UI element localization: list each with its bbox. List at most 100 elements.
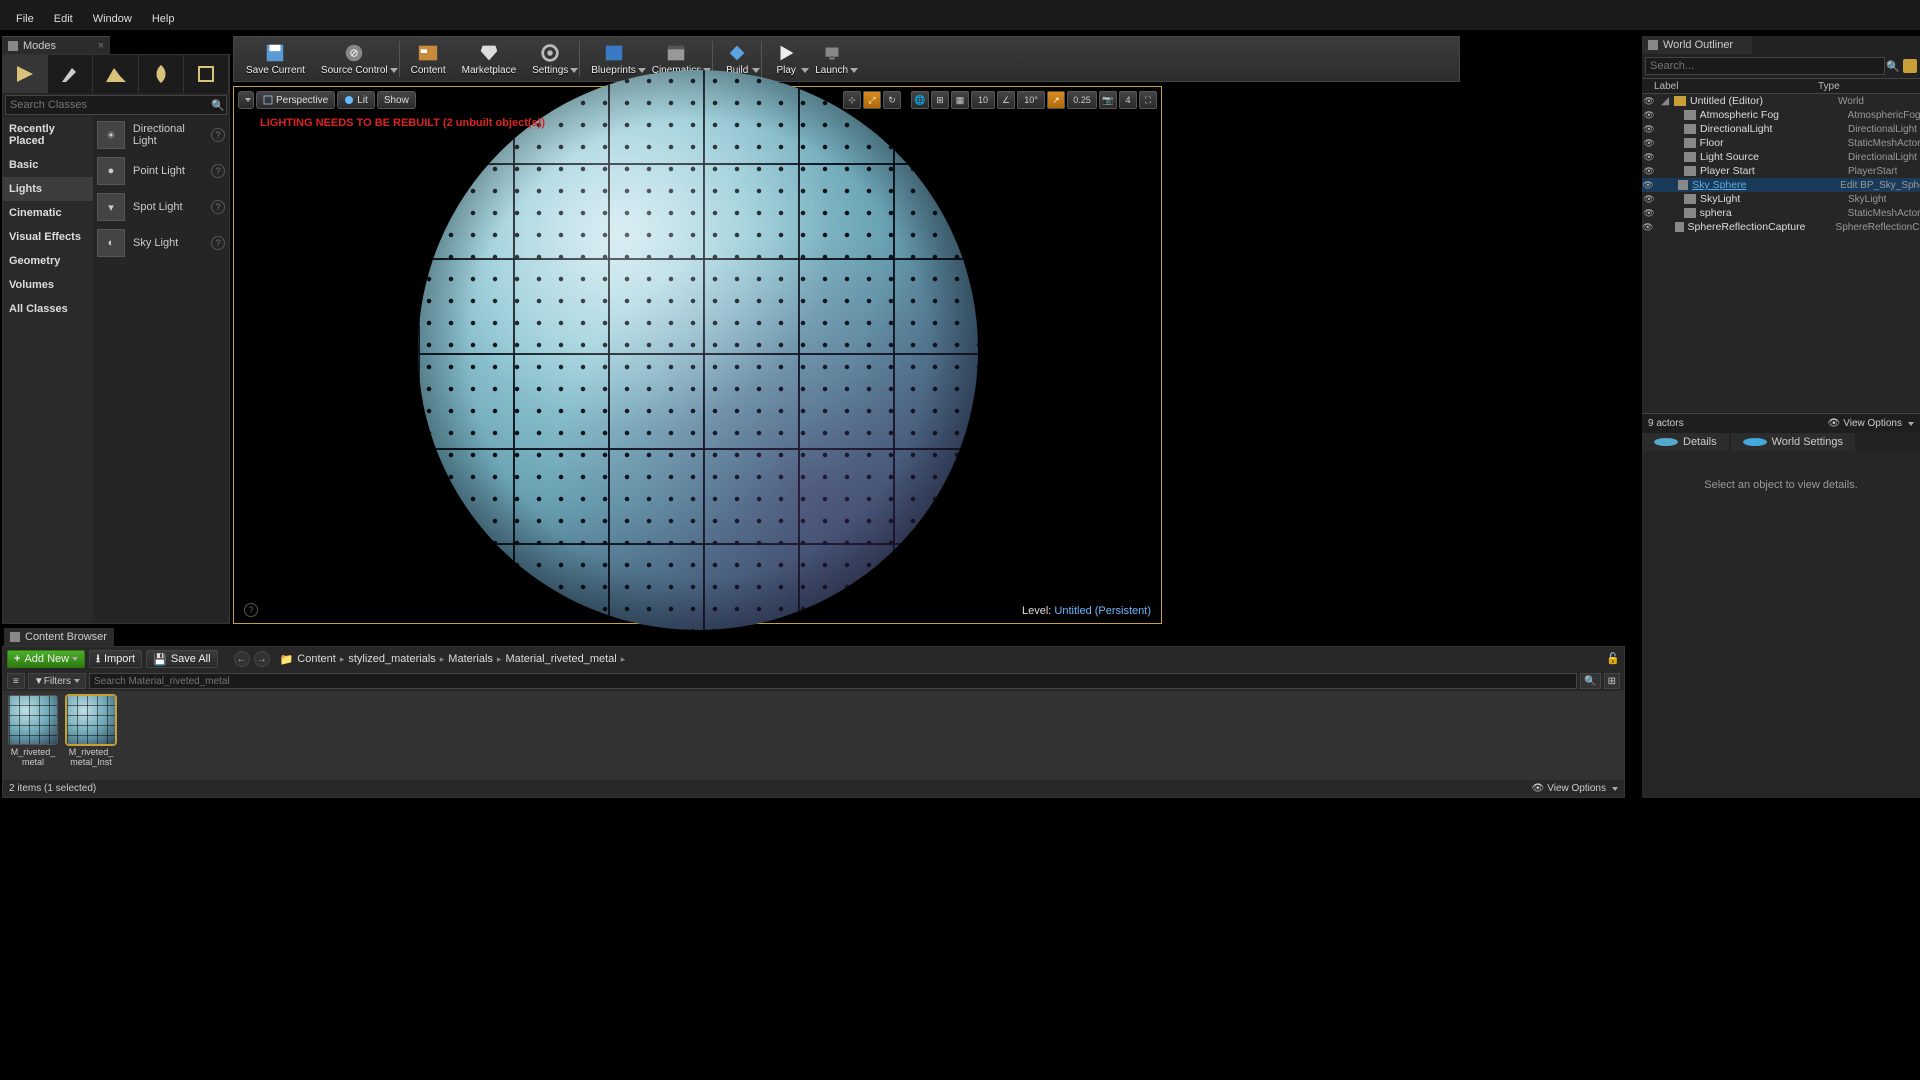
cat-geometry[interactable]: Geometry (3, 249, 93, 273)
viewport[interactable]: Perspective Lit Show ⊹ ⤢ ↻ 🌐 ⊞ ▦ 10 ∠ 10… (233, 86, 1162, 624)
content-button[interactable]: Content (403, 37, 454, 81)
visibility-icon[interactable]: 👁 (1642, 138, 1656, 149)
outliner-row[interactable]: 👁SkyLightSkyLight (1642, 192, 1920, 206)
perspective-button[interactable]: Perspective (256, 91, 335, 109)
camera-speed-value[interactable]: 4 (1119, 91, 1137, 109)
place-mode-icon[interactable] (3, 55, 48, 93)
show-button[interactable]: Show (377, 91, 416, 109)
help-icon[interactable]: ? (211, 236, 225, 250)
help-icon[interactable]: ? (211, 128, 225, 142)
menu-help[interactable]: Help (142, 10, 185, 28)
light-spot[interactable]: ▾Spot Light? (93, 189, 229, 225)
outliner-filter-icon[interactable] (1903, 59, 1917, 73)
visibility-icon[interactable]: 👁 (1642, 180, 1654, 191)
transform-select-icon[interactable]: ⊹ (843, 91, 861, 109)
menu-file[interactable]: File (6, 10, 44, 28)
world-outliner-tab[interactable]: World Outliner (1642, 36, 1752, 54)
help-icon[interactable]: ? (244, 603, 258, 617)
outliner-row[interactable]: 👁Player StartPlayerStart (1642, 164, 1920, 178)
surface-snap-icon[interactable]: ⊞ (931, 91, 949, 109)
search-icon[interactable]: 🔍 (210, 99, 226, 112)
world-settings-tab[interactable]: World Settings (1731, 433, 1855, 451)
source-control-button[interactable]: ⊘Source Control (313, 37, 396, 81)
sources-toggle[interactable]: ≡ (7, 673, 25, 689)
play-button[interactable]: Play (765, 37, 807, 81)
outliner-row[interactable]: 👁Light SourceDirectionalLight (1642, 150, 1920, 164)
outliner-row[interactable]: 👁FloorStaticMeshActor (1642, 136, 1920, 150)
viewport-options-button[interactable] (238, 91, 254, 109)
coord-space-icon[interactable]: 🌐 (911, 91, 929, 109)
visibility-icon[interactable]: 👁 (1642, 166, 1656, 177)
outliner-row[interactable]: 👁◢Untitled (Editor)World (1642, 94, 1920, 108)
nav-forward-button[interactable]: → (254, 651, 270, 667)
view-options-button[interactable]: 👁 View Options (1532, 783, 1618, 794)
cat-cinematic[interactable]: Cinematic (3, 201, 93, 225)
visibility-icon[interactable]: 👁 (1642, 110, 1656, 121)
marketplace-button[interactable]: Marketplace (454, 37, 524, 81)
cat-visual-effects[interactable]: Visual Effects (3, 225, 93, 249)
level-name[interactable]: Untitled (Persistent) (1054, 605, 1151, 617)
paint-mode-icon[interactable] (48, 55, 93, 93)
close-icon[interactable]: × (98, 40, 104, 52)
scale-snap-value[interactable]: 0.25 (1067, 91, 1097, 109)
outliner-row[interactable]: 👁spheraStaticMeshActor (1642, 206, 1920, 220)
lock-icon[interactable]: 🔓 (1606, 652, 1620, 666)
angle-snap-icon[interactable]: ∠ (997, 91, 1015, 109)
lit-button[interactable]: Lit (337, 91, 375, 109)
modes-tab[interactable]: Modes × (2, 36, 110, 54)
col-label[interactable]: Label (1642, 81, 1818, 92)
modes-search-input[interactable] (6, 99, 210, 111)
grid-snap-icon[interactable]: ▦ (951, 91, 969, 109)
menu-edit[interactable]: Edit (44, 10, 83, 28)
scale-snap-icon[interactable]: ↗ (1047, 91, 1065, 109)
filters-button[interactable]: ▼ Filters (28, 673, 86, 689)
path-content[interactable]: Content (297, 653, 336, 665)
camera-speed-icon[interactable]: 📷 (1099, 91, 1117, 109)
outliner-row[interactable]: 👁SphereReflectionCaptureSphereReflection… (1642, 220, 1920, 234)
menu-window[interactable]: Window (83, 10, 142, 28)
maximize-viewport-icon[interactable]: ⛶ (1139, 91, 1157, 109)
path-materials[interactable]: Materials (448, 653, 493, 665)
col-type[interactable]: Type (1818, 81, 1840, 92)
visibility-icon[interactable]: 👁 (1642, 96, 1656, 107)
add-new-button[interactable]: +Add New (7, 650, 85, 668)
foliage-mode-icon[interactable] (139, 55, 184, 93)
visibility-icon[interactable]: 👁 (1642, 222, 1653, 233)
content-browser-tab[interactable]: Content Browser (4, 628, 114, 646)
help-icon[interactable]: ? (211, 200, 225, 214)
asset-tile[interactable]: M_riveted_metal_Inst (65, 695, 117, 767)
help-icon[interactable]: ? (211, 164, 225, 178)
transform-translate-icon[interactable]: ⤢ (863, 91, 881, 109)
path-stylized[interactable]: stylized_materials (348, 653, 435, 665)
path-current[interactable]: Material_riveted_metal (505, 653, 616, 665)
landscape-mode-icon[interactable] (93, 55, 138, 93)
visibility-icon[interactable]: 👁 (1642, 208, 1656, 219)
details-tab[interactable]: Details (1642, 433, 1729, 451)
cat-lights[interactable]: Lights (3, 177, 93, 201)
cb-settings-icon[interactable]: ⊞ (1604, 673, 1620, 689)
tree-toggle-icon[interactable]: ◢ (1656, 95, 1674, 107)
light-point[interactable]: ●Point Light? (93, 153, 229, 189)
grid-snap-value[interactable]: 10 (971, 91, 995, 109)
cat-basic[interactable]: Basic (3, 153, 93, 177)
save-all-button[interactable]: 💾Save All (146, 650, 217, 668)
nav-back-button[interactable]: ← (234, 651, 250, 667)
outliner-row[interactable]: 👁Sky SphereEdit BP_Sky_Sphere (1642, 178, 1920, 192)
visibility-icon[interactable]: 👁 (1642, 124, 1656, 135)
outliner-row[interactable]: 👁DirectionalLightDirectionalLight (1642, 122, 1920, 136)
view-options-button[interactable]: 👁 View Options (1828, 418, 1914, 429)
save-current-button[interactable]: Save Current (238, 37, 313, 81)
outliner-search-input[interactable] (1645, 57, 1885, 75)
settings-button[interactable]: Settings (524, 37, 576, 81)
import-button[interactable]: ⭳Import (89, 650, 142, 668)
outliner-row[interactable]: 👁Atmospheric FogAtmosphericFog (1642, 108, 1920, 122)
transform-rotate-icon[interactable]: ↻ (883, 91, 901, 109)
angle-snap-value[interactable]: 10° (1017, 91, 1045, 109)
light-sky[interactable]: ◐Sky Light? (93, 225, 229, 261)
launch-button[interactable]: Launch (807, 37, 856, 81)
light-directional[interactable]: ☀Directional Light? (93, 117, 229, 153)
cb-search-input[interactable] (89, 673, 1577, 689)
visibility-icon[interactable]: 👁 (1642, 152, 1656, 163)
geometry-mode-icon[interactable] (184, 55, 229, 93)
cat-volumes[interactable]: Volumes (3, 273, 93, 297)
